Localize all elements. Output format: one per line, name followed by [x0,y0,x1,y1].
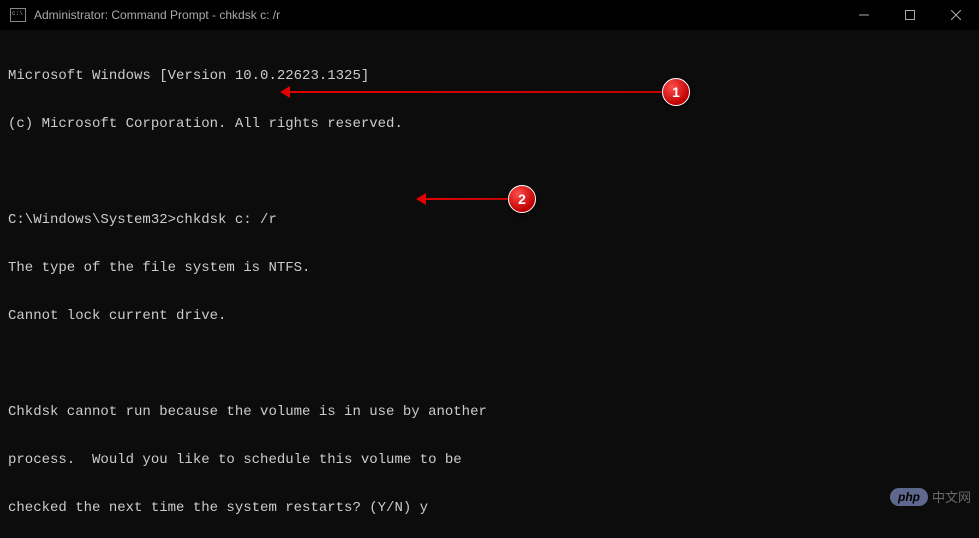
terminal-line: (c) Microsoft Corporation. All rights re… [8,116,971,132]
terminal-line: Cannot lock current drive. [8,308,971,324]
close-button[interactable] [933,0,979,30]
arrow-icon [418,198,508,200]
close-icon [951,10,961,20]
cmd-icon [10,8,26,22]
watermark: php 中文网 [890,487,971,506]
terminal-line [8,356,971,372]
terminal-output[interactable]: Microsoft Windows [Version 10.0.22623.13… [0,30,979,538]
terminal-line: process. Would you like to schedule this… [8,452,971,468]
window-title: Administrator: Command Prompt - chkdsk c… [34,8,280,22]
terminal-line: The type of the file system is NTFS. [8,260,971,276]
terminal-line: C:\Windows\System32>chkdsk c: /r [8,212,971,228]
window-controls [841,0,979,30]
window-titlebar[interactable]: Administrator: Command Prompt - chkdsk c… [0,0,979,30]
annotation-callout-1: 1 [282,78,690,106]
php-logo: php [890,488,928,506]
minimize-button[interactable] [841,0,887,30]
arrow-icon [282,91,662,93]
annotation-badge: 1 [662,78,690,106]
watermark-text: 中文网 [932,487,971,506]
annotation-badge: 2 [508,185,536,213]
annotation-callout-2: 2 [418,185,536,213]
terminal-line: checked the next time the system restart… [8,500,971,516]
minimize-icon [859,10,869,20]
terminal-line: Chkdsk cannot run because the volume is … [8,404,971,420]
maximize-button[interactable] [887,0,933,30]
maximize-icon [905,10,915,20]
titlebar-left: Administrator: Command Prompt - chkdsk c… [0,8,280,22]
terminal-line [8,164,971,180]
